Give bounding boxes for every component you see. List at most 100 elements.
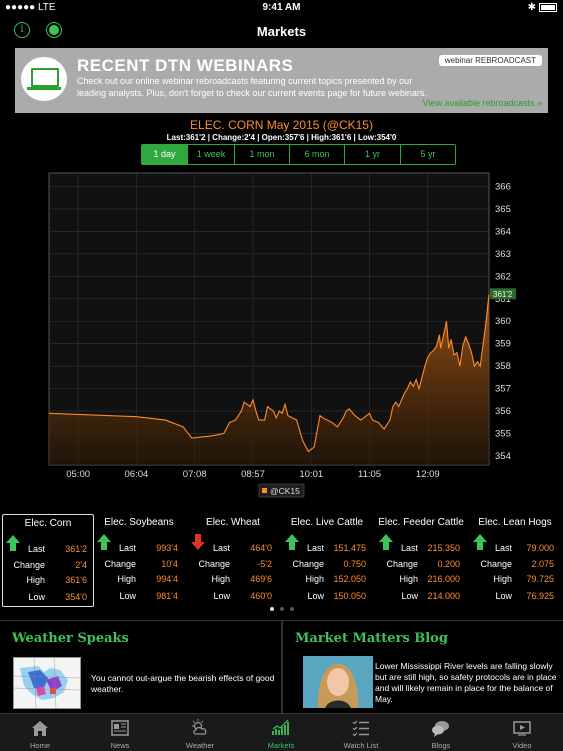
y-tick-label: 362 [495,271,511,282]
quote-label: Low [401,591,418,601]
y-tick-label: 358 [495,361,511,372]
range-1-mon[interactable]: 1 mon [235,145,290,164]
tab-news[interactable]: News [80,714,160,751]
quote-value-high: 361'6 [65,575,87,585]
quote-value-change: 2'4 [75,560,87,570]
page-title: Markets [256,24,307,39]
quote-name: Elec. Lean Hogs [478,517,552,528]
tab-markets[interactable]: Markets [241,714,321,751]
y-tick-label: 365 [495,204,511,215]
x-tick-label: 08:57 [241,469,265,480]
quote-value-last: 464'0 [250,543,272,553]
news-icon [111,720,129,736]
tab-home[interactable]: Home [0,714,80,751]
quote-label: Change [198,559,230,569]
quote-label: Low [213,591,230,601]
weather-speaks-text: You cannot out-argue the bearish effects… [91,673,275,694]
video-icon [513,721,531,736]
quote-card[interactable]: Elec. Live Cattle Last 151.475 Change 0.750 H… [282,514,372,605]
x-tick-label: 07:08 [183,469,207,480]
quote-card[interactable]: Elec. Wheat Last 464'0 Change -5'2 High 469'6 L… [188,514,278,605]
page-dot [279,607,284,611]
quote-label: Change [480,559,512,569]
chart-stats: Last:361'2 | Change:2'4 | Open:357'6 | H… [166,133,397,142]
price-chart[interactable]: 3543553563573583593603613623633643653660… [0,168,563,503]
x-tick-label: 05:00 [66,469,90,480]
quote-label: Change [104,559,136,569]
quote-value-last: 151.475 [333,543,366,553]
status-bar: ●●●●● LTE 9:41 AM ✱ [0,0,563,16]
range-1-day[interactable]: 1 day [142,145,188,164]
range-1-yr[interactable]: 1 yr [345,145,401,164]
quote-value-change: 2.075 [531,559,554,569]
y-tick-label: 359 [495,339,511,350]
y-tick-label: 360 [495,316,511,327]
quote-name: Elec. Soybeans [104,517,174,528]
up-arrow-icon [6,535,20,551]
quote-value-high: 994'4 [156,574,178,584]
quote-label: Change [13,560,45,570]
banner-heading: RECENT DTN WEBINARS [77,56,294,75]
tab-label: News [110,741,130,750]
quote-label: Change [386,559,418,569]
quote-label: Low [307,591,324,601]
y-tick-label: 355 [495,429,511,440]
home-icon [32,721,48,736]
bluetooth-icon: ✱ [527,2,536,13]
quote-value-high: 152.050 [333,574,366,584]
rebroadcasts-link[interactable]: View available rebroadcasts » [423,98,542,108]
quote-label: High [493,574,512,584]
y-tick-label: 364 [495,226,511,237]
quote-value-high: 469'6 [250,574,272,584]
y-tick-label: 357 [495,384,511,395]
quote-strip: Elec. Corn Last 361'2 Change 2'4 High 361'6 Low… [0,512,563,607]
quote-label: Last [27,544,45,554]
weather-speaks-panel[interactable]: Weather Speaks You cannot out-argue the … [0,620,281,714]
legend-swatch [262,488,267,493]
quote-label: Low [495,591,512,601]
tab-video[interactable]: Video [482,714,562,751]
y-tick-label: 356 [495,406,511,417]
tab-blogs[interactable]: Blogs [401,714,481,751]
tab-weather[interactable]: Weather [160,714,240,751]
tab-bar: Home News Weather Markets Watch List Blo… [0,713,563,751]
quote-label: Low [119,591,136,601]
banner-tag: webinar REBROADCAST [438,55,542,66]
up-arrow-icon [285,534,299,550]
quote-card[interactable]: Elec. Feeder Cattle Last 215.350 Change 0.20… [376,514,466,605]
page-dot [289,607,294,611]
page-dot [269,607,274,611]
weather-map-thumbnail [13,657,81,709]
page-indicator [0,606,563,613]
quote-label: High [26,575,45,585]
webinar-banner[interactable]: RECENT DTN WEBINARS webinar REBROADCAST … [15,48,548,113]
market-matters-title: Market Matters Blog [295,631,448,646]
up-arrow-icon [379,534,393,550]
range-5-yr[interactable]: 5 yr [401,145,455,164]
quote-label: High [305,574,324,584]
quote-label: Last [306,543,324,553]
quote-card[interactable]: Elec. Soybeans Last 993'4 Change 10'4 High 994… [94,514,184,605]
market-matters-text: Lower Mississippi River levels are falli… [375,661,557,704]
tab-label: Watch List [343,741,379,750]
quote-value-change: 0.200 [437,559,460,569]
quote-value-low: 76.925 [526,591,554,601]
y-tick-label: 354 [495,451,511,462]
range-1-week[interactable]: 1 week [188,145,235,164]
quote-label: Last [400,543,418,553]
range-selector: 1 day 1 week 1 mon 6 mon 1 yr 5 yr [141,144,456,165]
quote-card[interactable]: Elec. Lean Hogs Last 79.000 Change 2.075 High… [470,514,560,605]
range-6-mon[interactable]: 6 mon [290,145,345,164]
quote-card[interactable]: Elec. Corn Last 361'2 Change 2'4 High 361'6 Low… [2,514,94,607]
tab-label: Weather [185,741,215,750]
quote-value-low: 214.000 [427,591,460,601]
quote-label: Change [292,559,324,569]
laptop-icon [21,57,67,101]
tab-watch-list[interactable]: Watch List [321,714,401,751]
quote-value-low: 460'0 [250,591,272,601]
battery-indicator: ✱ [528,2,557,13]
quote-value-high: 216.000 [427,574,460,584]
price-chart-svg: 3543553563573583593603613623633643653660… [48,172,516,498]
quote-label: Last [118,543,136,553]
quote-label: High [117,574,136,584]
